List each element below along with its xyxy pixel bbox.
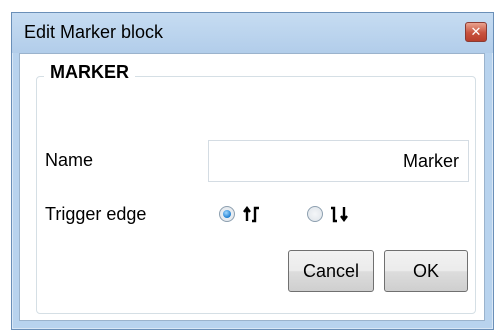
- close-button[interactable]: ✕: [465, 22, 487, 42]
- falling-edge-radio[interactable]: [307, 206, 323, 222]
- rising-edge-icon: [243, 206, 259, 223]
- groupbox-title: MARKER: [44, 62, 135, 83]
- title-bar[interactable]: Edit Marker block ✕: [12, 13, 493, 53]
- falling-edge-icon: [331, 206, 348, 223]
- window-title: Edit Marker block: [24, 22, 164, 42]
- rising-edge-radio[interactable]: [219, 206, 235, 222]
- close-icon: ✕: [470, 24, 482, 39]
- name-input[interactable]: [208, 140, 469, 182]
- dialog-body: MARKER Name Trigger edge Cancel OK: [19, 53, 485, 321]
- name-label: Name: [45, 150, 94, 170]
- edit-marker-dialog: Edit Marker block ✕ MARKER Name Trigger …: [11, 12, 494, 330]
- cancel-button[interactable]: Cancel: [288, 250, 374, 292]
- ok-button[interactable]: OK: [384, 250, 468, 292]
- trigger-edge-label: Trigger edge: [45, 204, 147, 224]
